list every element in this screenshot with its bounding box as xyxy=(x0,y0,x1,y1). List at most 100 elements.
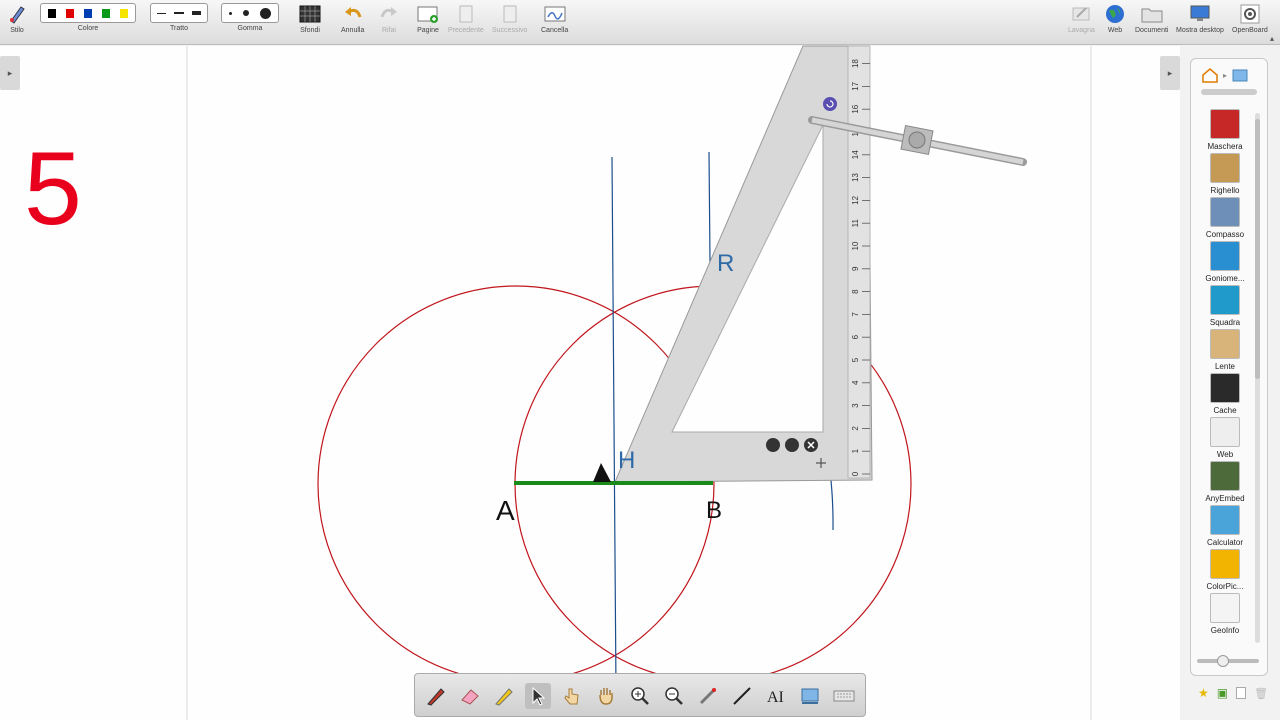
library-item-cache[interactable]: Cache xyxy=(1197,373,1253,415)
label-r: R xyxy=(717,250,734,277)
library-item-label: Maschera xyxy=(1207,142,1243,151)
new-folder-icon[interactable]: ▣ xyxy=(1217,686,1228,700)
eraser-icon xyxy=(461,689,479,705)
zoom-slider-knob[interactable] xyxy=(1217,655,1229,667)
ruler-tick-label: 9 xyxy=(851,266,860,271)
mask-icon xyxy=(1210,109,1240,139)
hand-tool-button[interactable] xyxy=(593,683,619,709)
favorite-star-icon[interactable]: ★ xyxy=(1198,686,1209,700)
ruler-tick-label: 0 xyxy=(851,471,860,476)
highlighter-tool-button[interactable] xyxy=(491,683,517,709)
arrow-pointer-icon xyxy=(532,686,546,706)
virtual-keyboard-button[interactable] xyxy=(831,683,857,709)
color-picker-icon xyxy=(1210,549,1240,579)
compass-icon xyxy=(1210,197,1240,227)
library-item-label: AnyEmbed xyxy=(1205,494,1245,503)
screen-capture-icon xyxy=(801,688,819,704)
library-item-label: Web xyxy=(1216,450,1234,459)
library-item-label: Lente xyxy=(1214,362,1236,371)
library-folder-icon[interactable] xyxy=(1231,67,1249,83)
library-item-label: Squadra xyxy=(1209,318,1241,327)
zoom-in-icon xyxy=(631,687,649,705)
ruler-tick-label: 17 xyxy=(851,81,860,90)
home-icon[interactable] xyxy=(1201,67,1219,83)
highlighter-icon xyxy=(495,688,513,706)
right-angle-marker xyxy=(593,463,611,482)
pointing-hand-icon xyxy=(564,688,579,705)
laser-pointer-icon xyxy=(699,688,716,705)
eraser-tool-button[interactable] xyxy=(457,683,483,709)
rotate-handle[interactable] xyxy=(823,97,837,111)
set-square-hole xyxy=(671,124,824,433)
folder-icon xyxy=(1210,417,1240,447)
line-tool-button[interactable] xyxy=(729,683,755,709)
laser-pointer-button[interactable] xyxy=(695,683,721,709)
keyboard-icon xyxy=(833,690,855,702)
label-b: B xyxy=(706,497,722,524)
svg-text:AI: AI xyxy=(767,689,784,706)
library-item-colorpic[interactable]: ColorPic... xyxy=(1197,549,1253,591)
magnifier-icon xyxy=(1210,329,1240,359)
interact-tool-button[interactable] xyxy=(559,683,585,709)
library-bottom-actions: ★ ▣ 🗑 xyxy=(1198,686,1268,700)
library-item-label: Righello xyxy=(1210,186,1240,195)
library-item-label: GeoInfo xyxy=(1210,626,1240,635)
lock-handle[interactable] xyxy=(785,438,799,452)
library-vertical-scrollbar[interactable] xyxy=(1255,113,1260,643)
library-item-goniome[interactable]: Goniome... xyxy=(1197,241,1253,283)
new-item-icon[interactable] xyxy=(1236,687,1247,699)
library-item-label: Compasso xyxy=(1205,230,1245,239)
pen-icon xyxy=(427,688,445,706)
ruler-tick-label: 3 xyxy=(851,403,860,408)
ruler-tick-label: 6 xyxy=(851,334,860,339)
ruler-tick-label: 2 xyxy=(851,426,860,431)
embed-icon xyxy=(1210,461,1240,491)
scrollbar-thumb[interactable] xyxy=(1255,119,1260,379)
openboard-window: Stilo Colore Tratto Gomma Sfondi Annulla… xyxy=(0,0,1280,720)
select-tool-button[interactable] xyxy=(525,683,551,709)
text-tool-button[interactable]: AI xyxy=(763,683,789,709)
perpendicular-bisector-line xyxy=(611,156,617,691)
ruler-tick-label: 5 xyxy=(851,357,860,362)
library-item-squadra[interactable]: Squadra xyxy=(1197,285,1253,327)
protractor-icon xyxy=(1210,241,1240,271)
library-item-geoinfo[interactable]: GeoInfo xyxy=(1197,593,1253,635)
hand-icon xyxy=(599,688,613,705)
library-item-label: Calculator xyxy=(1206,538,1243,547)
library-breadcrumb: ▸ xyxy=(1201,67,1249,83)
library-item-compasso[interactable]: Compasso xyxy=(1197,197,1253,239)
trash-icon[interactable]: 🗑 xyxy=(1254,687,1268,700)
calculator-icon xyxy=(1210,505,1240,535)
ruler-icon xyxy=(1210,153,1240,183)
compass-hinge-knob xyxy=(908,131,926,149)
line-icon xyxy=(733,687,751,705)
capture-tool-button[interactable] xyxy=(797,683,823,709)
library-item-maschera[interactable]: Maschera xyxy=(1197,109,1253,151)
zoom-in-button[interactable] xyxy=(627,683,653,709)
set-square-controls xyxy=(766,438,818,452)
ruler-tick-label: 18 xyxy=(851,59,860,68)
library-item-label: ColorPic... xyxy=(1206,582,1244,591)
library-item-anyembed[interactable]: AnyEmbed xyxy=(1197,461,1253,503)
library-item-righello[interactable]: Righello xyxy=(1197,153,1253,195)
cache-icon xyxy=(1210,373,1240,403)
geo-icon xyxy=(1210,593,1240,623)
library-panel: ▸ Maschera Righello Compasso Goniome... Squa… xyxy=(1190,58,1268,676)
set-square-icon xyxy=(1210,285,1240,315)
stylus-palette: AI xyxy=(414,673,866,717)
ruler-tick-label: 16 xyxy=(851,104,860,113)
library-horizontal-scrollbar[interactable] xyxy=(1201,89,1257,95)
flip-handle[interactable] xyxy=(766,438,780,452)
library-item-lente[interactable]: Lente xyxy=(1197,329,1253,371)
zoom-out-button[interactable] xyxy=(661,683,687,709)
library-item-calculator[interactable]: Calculator xyxy=(1197,505,1253,547)
construction-drawing: 0123456789101112131415161718 A B H R xyxy=(317,45,1027,691)
ruler-tick-label: 8 xyxy=(851,289,860,294)
zoom-slider[interactable] xyxy=(1197,655,1259,667)
breadcrumb-separator-icon: ▸ xyxy=(1223,70,1228,80)
ruler-tick-label: 12 xyxy=(851,195,860,204)
pen-tool-button[interactable] xyxy=(423,683,449,709)
library-item-web[interactable]: Web xyxy=(1197,417,1253,459)
label-a: A xyxy=(496,495,515,526)
ruler-tick-label: 14 xyxy=(851,150,860,159)
